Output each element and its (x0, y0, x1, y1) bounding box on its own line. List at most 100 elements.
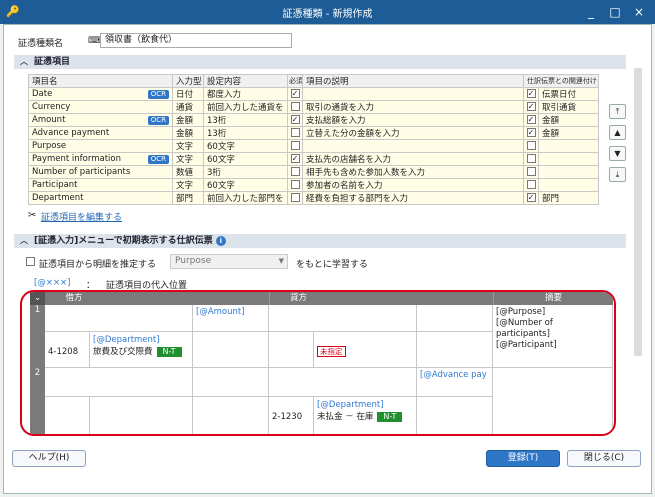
col-header-type: 入力型 (172, 74, 204, 88)
row2-credit-amount-2[interactable] (417, 397, 493, 434)
item-row[interactable]: Department 部門 前回入力した部門を 経費を負担する部門を入力 ✓ 部門 (28, 191, 599, 205)
item-name-cell[interactable]: Payment information OCR (28, 152, 173, 166)
item-name: Payment information (32, 154, 121, 164)
row2-debit-blank[interactable] (45, 368, 193, 397)
row-number-2: 2 (30, 368, 45, 434)
unspecified-tag: 未指定 (317, 346, 346, 357)
item-name: Currency (32, 102, 71, 112)
row1-debit-account[interactable]: [@Department] 旅費及び交際費 N-T (90, 332, 193, 368)
required-checkbox[interactable] (290, 128, 300, 137)
row2-credit-code[interactable]: 2-1230 (269, 397, 314, 434)
item-link-cell: ✓ (523, 113, 539, 127)
chevron-up-icon: ︿ (20, 236, 28, 245)
item-row[interactable]: Advance payment 金額 13桁 立替えた分の金額を入力 ✓ 金額 (28, 126, 599, 140)
link-checkbox[interactable] (526, 141, 536, 150)
name-label: 証憑種類名 (18, 39, 64, 49)
item-link-field (538, 139, 599, 153)
required-checkbox[interactable] (290, 180, 300, 189)
item-name-cell[interactable]: Department (28, 191, 173, 205)
wrench-icon: ✂ (28, 210, 37, 221)
item-name: Number of participants (32, 167, 131, 177)
required-checkbox[interactable] (290, 193, 300, 202)
move-top-button[interactable]: ⤒ (609, 104, 626, 119)
item-name-cell[interactable]: Purpose (28, 139, 173, 153)
required-checkbox-checked[interactable]: ✓ (290, 89, 300, 98)
row2-credit-blank[interactable] (269, 368, 417, 397)
row2-credit-account[interactable]: [@Department] 未払金 － 在庫 N-T (314, 397, 417, 434)
item-link-cell: ✓ (523, 100, 539, 114)
required-checkbox-checked[interactable]: ✓ (290, 154, 300, 163)
row1-credit-blank[interactable] (269, 305, 417, 332)
row2-debit-amount-2[interactable] (193, 397, 269, 434)
row2-debit-account[interactable] (90, 397, 193, 434)
item-row[interactable]: Purpose 文字 60文字 (28, 139, 599, 153)
item-name-cell[interactable]: Advance payment (28, 126, 173, 140)
items-section-header[interactable]: ︿ 証憑項目 (14, 55, 626, 69)
edit-items-link[interactable]: 証憑項目を編集する (41, 210, 122, 223)
link-checkbox-checked[interactable]: ✓ (526, 128, 536, 137)
item-row[interactable]: Date OCR 日付 都度入力 ✓ ✓ 伝票日付 (28, 87, 599, 101)
link-checkbox-checked[interactable]: ✓ (526, 89, 536, 98)
required-checkbox[interactable] (290, 102, 300, 111)
link-checkbox-checked[interactable]: ✓ (526, 102, 536, 111)
help-button[interactable]: ヘルプ(H) (12, 450, 86, 467)
name-input[interactable]: 領収書（飲食代） (100, 33, 292, 48)
close-window-button[interactable]: × (628, 2, 650, 22)
row1-debit-amount[interactable]: [@Amount] (193, 305, 269, 332)
row1-debit-blank[interactable] (45, 305, 193, 332)
ocr-badge: OCR (147, 155, 169, 164)
row1-summary[interactable]: [@Purpose] [@Number of participants] [@P… (493, 305, 613, 368)
item-name-cell[interactable]: Number of participants (28, 165, 173, 179)
item-name-cell[interactable]: Date OCR (28, 87, 173, 101)
item-row[interactable]: Payment information OCR 文字 60文字 ✓ 支払先の店舗名を入力 (28, 152, 599, 166)
link-checkbox[interactable] (526, 167, 536, 176)
row2-credit-amount[interactable]: [@Advance pay (417, 368, 493, 397)
restore-button[interactable]: □ (604, 2, 626, 22)
row1-credit-code[interactable] (269, 332, 314, 368)
credit-header: 貸方 (269, 292, 327, 305)
close-button[interactable]: 閉じる(C) (567, 450, 641, 467)
item-link-field: 伝票日付 (538, 87, 599, 101)
infer-dropdown[interactable]: Purpose ▼ (170, 254, 288, 269)
row1-debit-amount-2[interactable] (193, 332, 269, 368)
item-row[interactable]: Number of participants 数値 3桁 相手先も含めた参加人数を入力 (28, 165, 599, 179)
row1-credit-amount[interactable] (417, 305, 493, 332)
info-icon[interactable]: i (215, 236, 226, 246)
vertical-scrollbar[interactable] (634, 68, 642, 356)
row1-credit-account[interactable]: 未指定 (314, 332, 417, 368)
item-row[interactable]: Participant 文字 60文字 参加者の名前を入力 (28, 178, 599, 192)
journal-section-header[interactable]: ︿ [証憑入力]メニューで初期表示する仕訳伝票 i (14, 234, 626, 248)
required-checkbox[interactable] (290, 167, 300, 176)
link-checkbox-checked[interactable]: ✓ (526, 115, 536, 124)
item-type: 文字 (172, 152, 204, 166)
row2-debit-amount[interactable] (193, 368, 269, 397)
collapse-toggle[interactable]: ⌄ (30, 292, 45, 305)
register-button[interactable]: 登録(T) (486, 450, 560, 467)
item-required-cell (287, 126, 303, 140)
item-name-cell[interactable]: Currency (28, 100, 173, 114)
move-bottom-button[interactable]: ⤓ (609, 167, 626, 182)
row2-debit-code[interactable] (45, 397, 90, 434)
row2-summary[interactable] (493, 368, 613, 434)
item-name-cell[interactable]: Amount OCR (28, 113, 173, 127)
row1-debit-code[interactable]: 4-1208 (45, 332, 90, 368)
summary-header: 摘要 (493, 292, 613, 305)
link-checkbox[interactable] (526, 154, 536, 163)
item-name: Amount (32, 115, 66, 125)
item-required-cell (287, 178, 303, 192)
item-link-field: 金額 (538, 126, 599, 140)
required-checkbox[interactable] (290, 141, 300, 150)
required-checkbox-checked[interactable]: ✓ (290, 115, 300, 124)
item-type: 部門 (172, 191, 204, 205)
row1-credit-amount-2[interactable] (417, 332, 493, 368)
move-down-button[interactable]: ▼ (609, 146, 626, 161)
item-description: 相手先も含めた参加人数を入力 (302, 165, 524, 179)
item-row[interactable]: Amount OCR 金額 13桁 ✓ 支払総額を入力 ✓ 金額 (28, 113, 599, 127)
link-checkbox[interactable] (526, 180, 536, 189)
infer-checkbox[interactable] (26, 257, 35, 267)
item-name-cell[interactable]: Participant (28, 178, 173, 192)
item-row[interactable]: Currency 通貨 前回入力した通貨を 取引の通貨を入力 ✓ 取引通貨 (28, 100, 599, 114)
move-up-button[interactable]: ▲ (609, 125, 626, 140)
link-checkbox-checked[interactable]: ✓ (526, 193, 536, 202)
minimize-button[interactable]: _ (580, 2, 602, 22)
